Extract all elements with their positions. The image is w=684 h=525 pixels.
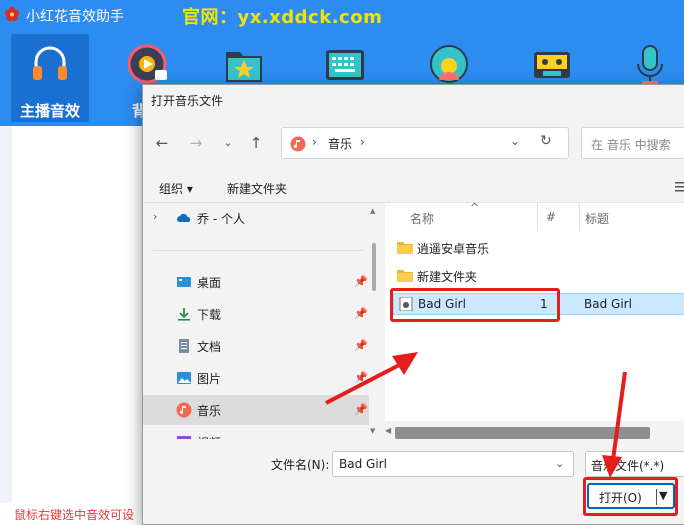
pin-icon: 📌 [354, 403, 368, 416]
avatar-icon [430, 45, 468, 83]
navigation-pane: › 乔 - 个人 桌面 📌 下载 📌 文档 📌 图片 📌 音乐 📌 [143, 203, 369, 439]
nav-item-videos[interactable]: 视频 [143, 427, 369, 439]
nav-label: 桌面 [197, 276, 222, 290]
nav-item-documents[interactable]: 文档 📌 [143, 331, 369, 361]
document-icon [179, 339, 189, 353]
download-icon [178, 308, 190, 321]
folder-icon [397, 242, 413, 254]
onedrive-icon [177, 213, 191, 222]
nav-label: 文档 [197, 340, 222, 354]
forward-button[interactable]: → [185, 132, 207, 154]
nav-label: 下载 [197, 308, 222, 322]
address-bar[interactable]: › 音乐 › ⌄ ↻ [281, 127, 569, 159]
column-header-title[interactable]: 标题 [585, 210, 609, 227]
highlight-open-button [583, 477, 678, 516]
highlight-selected-file [390, 288, 560, 322]
music-icon [290, 136, 306, 152]
nav-label: 乔 - 个人 [197, 212, 245, 226]
app-titlebar: 小红花音效助手 官网：yx.xddck.com [0, 0, 684, 30]
column-header-number[interactable]: # [546, 210, 556, 224]
pin-icon: 📌 [354, 339, 368, 352]
column-divider [537, 203, 538, 231]
column-divider [579, 203, 580, 231]
chevron-down-icon[interactable]: ⌄ [555, 457, 564, 470]
scroll-up-icon[interactable]: ▲ [370, 207, 378, 215]
file-list-hscrollbar[interactable]: ◀ [385, 421, 684, 439]
red-flower-logo-icon [4, 6, 20, 22]
sort-up-icon: ^ [470, 203, 480, 214]
chevron-right-icon[interactable]: › [153, 210, 157, 223]
filename-input[interactable]: Bad Girl ⌄ [332, 451, 574, 477]
dialog-title: 打开音乐文件 [151, 94, 224, 108]
search-placeholder: 在 音乐 中搜索 [591, 138, 671, 152]
back-button[interactable]: ← [151, 132, 173, 154]
music-icon [176, 402, 192, 418]
nav-label: 视频 [197, 434, 221, 439]
scroll-down-icon[interactable]: ▼ [370, 427, 378, 435]
hscroll-thumb[interactable] [395, 427, 650, 439]
filetype-select[interactable]: 音乐文件(*.*) [585, 451, 684, 477]
refresh-icon[interactable]: ↻ [540, 133, 552, 149]
filetype-value: 音乐文件(*.*) [591, 459, 665, 473]
search-box[interactable]: 在 音乐 中搜索 [581, 127, 684, 159]
chevron-down-icon[interactable]: ⌄ [510, 134, 520, 148]
pictures-icon [177, 372, 191, 384]
pin-icon: 📌 [354, 307, 368, 320]
recent-locations-button[interactable]: ⌄ [217, 132, 239, 154]
command-bar: 组织 ▾ 新建文件夹 [143, 171, 684, 203]
cassette-icon [534, 52, 570, 78]
file-row-folder[interactable]: 逍遥安卓音乐 [393, 237, 684, 259]
music-disc-icon [127, 44, 167, 84]
nav-item-downloads[interactable]: 下载 📌 [143, 299, 369, 329]
nav-item-desktop[interactable]: 桌面 📌 [143, 267, 369, 297]
file-name: 新建文件夹 [417, 270, 478, 284]
desktop-icon [177, 277, 191, 287]
column-header-name[interactable]: 名称 [410, 210, 434, 227]
nav-item-music[interactable]: 音乐 📌 [143, 395, 369, 425]
microphone-icon [637, 45, 663, 84]
folder-icon [397, 270, 413, 282]
file-name: 逍遥安卓音乐 [417, 242, 490, 256]
app-title: 小红花音效助手 [26, 9, 124, 25]
star-folder-icon [226, 52, 262, 82]
filename-value: Bad Girl [339, 457, 387, 471]
view-options-icon[interactable] [675, 181, 684, 193]
keyboard-icon [326, 50, 364, 80]
nav-divider [153, 250, 363, 251]
official-site-label: 官网：yx.xddck.com [182, 7, 383, 28]
scroll-left-icon[interactable]: ◀ [385, 426, 391, 435]
address-separator[interactable]: › [360, 135, 365, 149]
nav-label: 图片 [197, 372, 222, 386]
status-hint: 鼠标右键选中音效可设 [14, 508, 135, 522]
nav-label: 音乐 [197, 404, 222, 418]
video-icon [177, 436, 191, 439]
file-title: Bad Girl [584, 297, 632, 311]
new-folder-button[interactable]: 新建文件夹 [227, 180, 287, 197]
headphones-icon [33, 46, 67, 80]
up-button[interactable]: ↑ [245, 132, 267, 154]
address-folder[interactable]: 音乐 [328, 135, 352, 152]
nav-item-pictures[interactable]: 图片 📌 [143, 363, 369, 393]
file-row-folder[interactable]: 新建文件夹 [393, 265, 684, 287]
nav-item-onedrive[interactable]: › 乔 - 个人 [143, 203, 369, 233]
pin-icon: 📌 [354, 371, 368, 384]
nav-scrollbar[interactable]: ▲ ▼ [369, 203, 379, 439]
nav-scroll-thumb[interactable] [372, 243, 376, 291]
pin-icon: 📌 [354, 275, 368, 288]
app-left-strip [0, 126, 12, 506]
filename-label: 文件名(N): [271, 458, 330, 472]
address-separator: › [312, 135, 317, 149]
tool-anchor-effects[interactable]: 主播音效 [11, 34, 89, 122]
organize-button[interactable]: 组织 ▾ [159, 180, 193, 197]
tool-label: 主播音效 [19, 102, 80, 120]
